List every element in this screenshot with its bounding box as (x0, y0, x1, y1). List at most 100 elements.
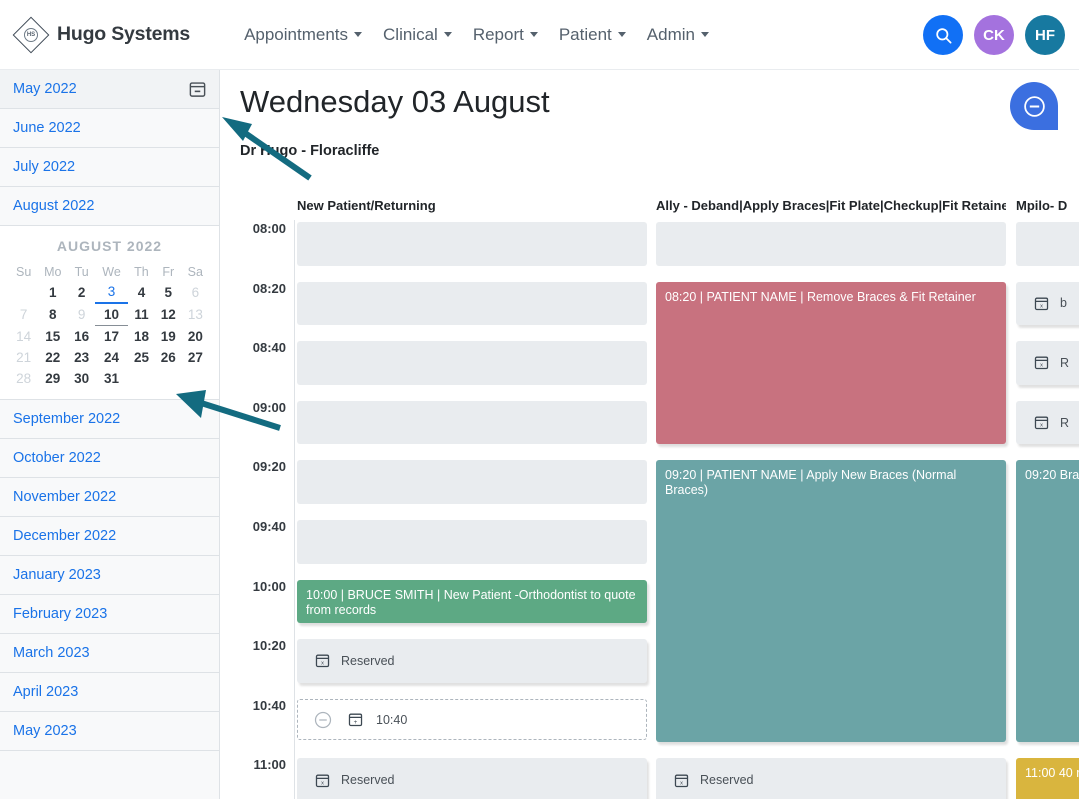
month-label: June 2022 (13, 120, 81, 136)
sidebar-month-may-2023[interactable]: May 2023 (0, 712, 219, 751)
sidebar-month-february-2023[interactable]: February 2023 (0, 595, 219, 634)
calendar-day-20[interactable]: 20 (182, 326, 209, 348)
empty-timeslot-0820[interactable] (297, 281, 647, 326)
empty-timeslot-0900[interactable] (297, 400, 647, 445)
collapse-panel-button[interactable] (1010, 82, 1058, 130)
sidebar-month-december-2022[interactable]: December 2022 (0, 517, 219, 556)
weekday-tu: Tu (74, 265, 89, 279)
mini-calendar-title: AUGUST 2022 (56, 238, 163, 254)
reserved-slot[interactable]: x Reserved (297, 758, 647, 799)
calendar-day-10[interactable]: 10 (95, 303, 129, 326)
calendar-day-29[interactable]: 29 (37, 368, 68, 389)
calendar-day-2[interactable]: 2 (68, 281, 95, 303)
calendar-day-30[interactable]: 30 (68, 368, 95, 389)
reserved-slot[interactable]: x Reserved (656, 758, 1006, 799)
calendar-day-31[interactable]: 31 (95, 368, 128, 389)
calendar-x-icon: x (674, 774, 689, 787)
calendar-day-3[interactable]: 3 (95, 281, 129, 304)
calendar-day-14[interactable]: 14 (10, 326, 37, 348)
weekday-mo: Mo (44, 265, 62, 279)
reserved-label: b (1060, 296, 1067, 311)
chevron-down-icon (354, 32, 363, 37)
menu-patient[interactable]: Patient (559, 25, 626, 45)
calendar-day-7[interactable]: 7 (10, 303, 37, 326)
calendar-day-21[interactable]: 21 (10, 347, 37, 368)
sidebar-month-november-2022[interactable]: November 2022 (0, 478, 219, 517)
calendar-day-15[interactable]: 15 (37, 326, 68, 348)
calendar-day-9[interactable]: 9 (68, 303, 95, 326)
appointment-block[interactable]: 09:20 | PATIENT NAME | Apply New Braces … (656, 460, 1006, 743)
calendar-day-8[interactable]: 8 (37, 303, 68, 326)
reserved-slot[interactable]: xR (1016, 341, 1079, 385)
calendar-day-28[interactable]: 28 (10, 368, 37, 389)
sidebar-month-july-2022[interactable]: July 2022 (0, 148, 219, 187)
calendar-day-16[interactable]: 16 (68, 326, 95, 348)
calendar-day-17[interactable]: 17 (95, 326, 128, 348)
appointment-block[interactable]: 09:20 Braces (1016, 460, 1079, 743)
calendar-day-27[interactable]: 27 (182, 347, 209, 368)
month-sidebar[interactable]: May 2022 June 2022 July 2022 August 2022… (0, 70, 220, 799)
weekday-su: Su (15, 265, 32, 279)
calendar-plus-button[interactable]: + (347, 711, 364, 728)
calendar-day-19[interactable]: 19 (155, 326, 182, 348)
calendar-day-23[interactable]: 23 (68, 347, 95, 368)
calendar-day-11[interactable]: 11 (128, 303, 155, 326)
calendar-day-6[interactable]: 6 (182, 281, 209, 303)
calendar-day-22[interactable]: 22 (37, 347, 68, 368)
weekday-sa: Sa (187, 265, 203, 279)
appointment-block[interactable]: 10:00 | BRUCE SMITH | New Patient -Ortho… (297, 579, 647, 624)
page-title: Wednesday 03 August (240, 84, 550, 119)
mini-calendar-grid: Su Mo Tu We Th Fr Sa 1 2 3 4 5 6 7 8 9 10 11 12 13 14… (10, 263, 209, 389)
calendar-day-12[interactable]: 12 (155, 303, 182, 326)
empty-timeslot-0800[interactable] (1016, 222, 1079, 266)
calendar-day-24[interactable]: 24 (95, 347, 128, 368)
menu-clinical[interactable]: Clinical (383, 25, 452, 45)
calendar-day-18[interactable]: 18 (128, 326, 155, 348)
schedule-grid[interactable]: 08:00 08:20 08:40 09:00 09:20 09:40 10:00 10:20… (221, 220, 1079, 799)
time-label-0800: 08:00 (252, 221, 286, 236)
top-navbar: HS Hugo Systems Appointments Clinical Re… (0, 0, 1079, 70)
calendar-x-icon: x (1034, 357, 1049, 370)
empty-timeslot-0800[interactable] (656, 222, 1006, 266)
search-button[interactable] (923, 15, 963, 55)
reserved-label: Reserved (341, 653, 395, 668)
sidebar-month-march-2023[interactable]: March 2023 (0, 634, 219, 673)
calendar-minus-icon[interactable] (188, 80, 207, 99)
empty-timeslot-0800[interactable] (297, 222, 647, 266)
calendar-day-5[interactable]: 5 (155, 281, 182, 303)
main-panel: Wednesday 03 August Dr Hugo - Floracliff… (221, 70, 1079, 799)
calendar-day-13[interactable]: 13 (182, 303, 209, 326)
empty-timeslot-0840[interactable] (297, 341, 647, 385)
sidebar-month-october-2022[interactable]: October 2022 (0, 439, 219, 478)
sidebar-month-august-2022[interactable]: August 2022 (0, 187, 219, 226)
calendar-day-26[interactable]: 26 (155, 347, 182, 368)
weekday-we: We (102, 265, 121, 279)
reserved-slot[interactable]: x Reserved (297, 639, 647, 683)
calendar-day-4[interactable]: 4 (128, 281, 155, 303)
menu-admin[interactable]: Admin (647, 25, 709, 45)
user-avatar-hf[interactable]: HF (1025, 15, 1065, 55)
sidebar-month-january-2023[interactable]: January 2023 (0, 556, 219, 595)
mini-calendar[interactable]: AUGUST 2022 Su Mo Tu We Th Fr Sa 1234567… (0, 226, 219, 400)
user-avatar-ck[interactable]: CK (974, 15, 1014, 55)
menu-appointments[interactable]: Appointments (244, 25, 363, 45)
sidebar-month-september-2022[interactable]: September 2022 (0, 400, 219, 439)
menu-report-label: Report (472, 24, 524, 44)
empty-timeslot-0920[interactable] (297, 460, 647, 504)
reserved-slot[interactable]: xR (1016, 400, 1079, 445)
appointment-block[interactable]: 08:20 | PATIENT NAME | Remove Braces & F… (656, 281, 1006, 445)
month-label: December 2022 (13, 528, 117, 544)
sidebar-month-may-2022[interactable]: May 2022 (0, 70, 219, 109)
brand-logo[interactable]: HS Hugo Systems (12, 16, 190, 53)
sidebar-month-april-2023[interactable]: April 2023 (0, 673, 219, 712)
menu-report[interactable]: Report (473, 25, 538, 45)
empty-timeslot-0940[interactable] (297, 520, 647, 564)
reserved-slot[interactable]: xb (1016, 281, 1079, 326)
appointment-block[interactable]: 11:00 40 min (1016, 758, 1079, 799)
svg-text:x: x (321, 661, 324, 667)
sidebar-month-june-2022[interactable]: June 2022 (0, 109, 219, 148)
calendar-day-1[interactable]: 1 (37, 281, 68, 303)
calendar-day-25[interactable]: 25 (128, 347, 155, 368)
available-timeslot[interactable]: +10:40 (297, 698, 647, 741)
chevron-down-icon (529, 32, 538, 37)
